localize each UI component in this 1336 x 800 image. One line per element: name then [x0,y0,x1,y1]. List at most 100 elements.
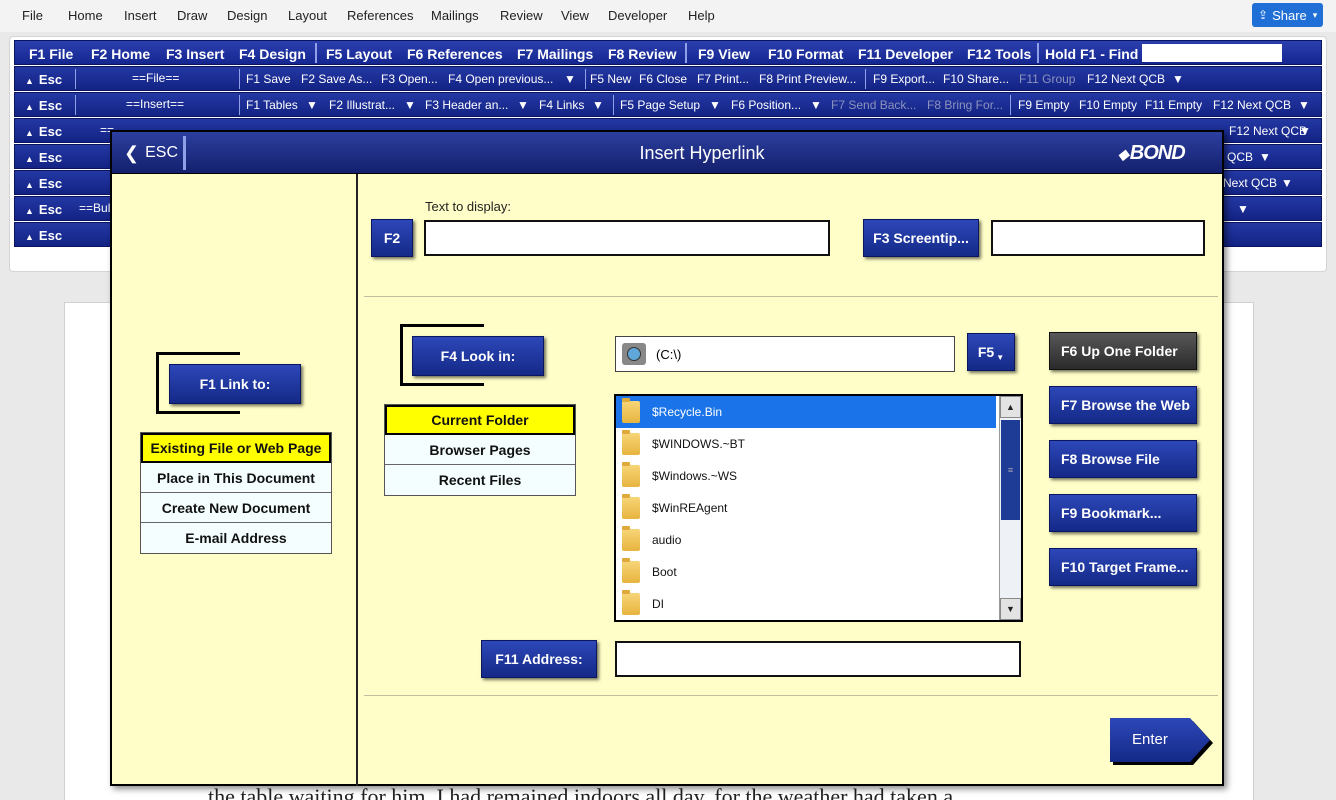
chevron-down-icon[interactable]: ▼ [709,98,721,112]
option-current-folder[interactable]: Current Folder [385,405,575,435]
chevron-down-icon[interactable]: ▼ [517,98,529,112]
fkey-design[interactable]: F4 Design [239,46,306,62]
ribbon-item[interactable]: F4 Open previous... [448,72,553,86]
esc-button[interactable]: ▲ Esc [25,98,62,113]
menu-file[interactable]: File [22,8,43,23]
fkey-home[interactable]: F2 Home [91,46,150,62]
file-list[interactable]: $Recycle.Bin $WINDOWS.~BT $Windows.~WS $… [614,394,1023,622]
option-place-in-document[interactable]: Place in This Document [141,463,331,493]
esc-button[interactable]: ▲ Esc [25,176,62,191]
ribbon-item[interactable]: F3 Open... [381,72,438,86]
fkey-developer[interactable]: F11 Developer [858,46,953,62]
chevron-down-icon[interactable]: ▼ [1172,72,1184,86]
chevron-down-icon[interactable]: ▼ [404,98,416,112]
f10-target-frame-button[interactable]: F10 Target Frame... [1049,548,1197,586]
dialog-esc-button[interactable]: ❮ ESC [116,136,184,170]
fkey-mailings[interactable]: F7 Mailings [517,46,593,62]
f7-browse-web-button[interactable]: F7 Browse the Web [1049,386,1197,424]
find-input[interactable] [1142,44,1282,62]
menu-help[interactable]: Help [688,8,715,23]
scroll-thumb[interactable]: ≡ [1001,420,1020,520]
option-recent-files[interactable]: Recent Files [385,465,575,495]
ribbon-item[interactable]: F9 Export... [873,72,935,86]
ribbon-item[interactable]: F5 Page Setup [620,98,700,112]
f4-look-in-button[interactable]: F4 Look in: [412,336,544,376]
option-create-new-document[interactable]: Create New Document [141,493,331,523]
list-item[interactable]: audio [616,524,996,556]
enter-button[interactable]: Enter [1110,718,1213,765]
chevron-down-icon[interactable]: ▼ [1281,176,1293,190]
address-input[interactable] [615,641,1021,677]
f6-up-one-folder-button[interactable]: F6 Up One Folder [1049,332,1197,370]
menu-draw[interactable]: Draw [177,8,207,23]
menu-layout[interactable]: Layout [288,8,327,23]
chevron-down-icon[interactable]: ▼ [1237,202,1249,216]
menu-review[interactable]: Review [500,8,543,23]
file-list-scrollbar[interactable]: ▲ ≡ ▼ [999,396,1021,620]
fkey-review[interactable]: F8 Review [608,46,676,62]
fkey-view[interactable]: F9 View [698,46,750,62]
ribbon-item[interactable]: F7 Print... [697,72,749,86]
chevron-down-icon[interactable]: ▼ [1298,98,1310,112]
option-existing-file[interactable]: Existing File or Web Page [141,433,331,463]
esc-button[interactable]: ▲ Esc [25,72,62,87]
fkey-file[interactable]: F1 File [29,46,73,62]
fkey-format[interactable]: F10 Format [768,46,843,62]
scroll-down-icon[interactable]: ▼ [1000,598,1021,620]
ribbon-item[interactable]: F8 Print Preview... [759,72,856,86]
f11-address-button[interactable]: F11 Address: [481,640,597,678]
text-to-display-input[interactable] [424,220,830,256]
list-item[interactable]: $WinREAgent [616,492,996,524]
esc-button[interactable]: ▲ Esc [25,228,62,243]
menu-developer[interactable]: Developer [608,8,667,23]
ribbon-item[interactable]: F9 Empty [1018,98,1069,112]
fkey-find[interactable]: Hold F1 - Find [1045,46,1138,62]
f2-button[interactable]: F2 [371,219,413,257]
chevron-down-icon[interactable]: ▼ [592,98,604,112]
ribbon-item[interactable]: F5 New [590,72,631,86]
ribbon-item[interactable]: F2 Illustrat... [329,98,395,112]
list-item[interactable]: $Recycle.Bin [616,396,996,428]
menu-insert[interactable]: Insert [124,8,157,23]
fkey-insert[interactable]: F3 Insert [166,46,224,62]
esc-button[interactable]: ▲ Esc [25,150,62,165]
ribbon-item[interactable]: F12 Next QCB [1087,72,1165,86]
menu-home[interactable]: Home [68,8,103,23]
list-item[interactable]: DI [616,588,996,620]
f8-browse-file-button[interactable]: F8 Browse File [1049,440,1197,478]
ribbon-item[interactable]: F4 Links [539,98,584,112]
ribbon-item[interactable]: F6 Position... [731,98,801,112]
look-in-field[interactable]: (C:\) [615,336,955,372]
fkey-references[interactable]: F6 References [407,46,503,62]
ribbon-item[interactable]: F1 Save [246,72,291,86]
ribbon-item[interactable]: F10 Empty [1079,98,1137,112]
list-item[interactable]: $Windows.~WS [616,460,996,492]
fkey-layout[interactable]: F5 Layout [326,46,392,62]
share-button[interactable]: ⇪ Share ▾ [1252,3,1323,27]
menu-references[interactable]: References [347,8,413,23]
ribbon-item[interactable]: F2 Save As... [301,72,372,86]
scroll-up-icon[interactable]: ▲ [1000,396,1021,418]
chevron-down-icon[interactable]: ▼ [1299,124,1311,138]
menu-mailings[interactable]: Mailings [431,8,479,23]
chevron-down-icon[interactable]: ▼ [810,98,822,112]
f9-bookmark-button[interactable]: F9 Bookmark... [1049,494,1197,532]
esc-button[interactable]: ▲ Esc [25,124,62,139]
fkey-tools[interactable]: F12 Tools [967,46,1031,62]
option-browser-pages[interactable]: Browser Pages [385,435,575,465]
ribbon-item[interactable]: Next QCB [1223,176,1277,190]
option-email-address[interactable]: E-mail Address [141,523,331,553]
ribbon-item[interactable]: F1 Tables [246,98,298,112]
f1-link-to-button[interactable]: F1 Link to: [169,364,301,404]
ribbon-item[interactable]: F12 Next QCB [1213,98,1291,112]
menu-design[interactable]: Design [227,8,267,23]
chevron-down-icon[interactable]: ▼ [306,98,318,112]
ribbon-item[interactable]: F6 Close [639,72,687,86]
document-text[interactable]: the table waiting for him. I had remaine… [208,784,953,800]
ribbon-item[interactable]: F12 Next QCB [1229,124,1307,138]
ribbon-item[interactable]: F3 Header an... [425,98,508,112]
esc-button[interactable]: ▲ Esc [25,202,62,217]
f5-dropdown-button[interactable]: F5 ▼ [967,333,1015,371]
f3-screentip-button[interactable]: F3 Screentip... [863,219,979,257]
list-item[interactable]: $WINDOWS.~BT [616,428,996,460]
